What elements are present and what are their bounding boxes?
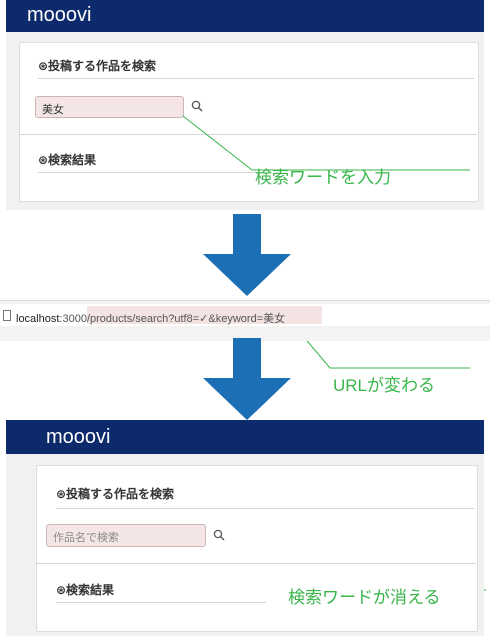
url-text[interactable]: localhost:3000/products/search?utf8=✓&ke… <box>16 310 285 326</box>
callout-keyword-cleared: 検索ワードが消える <box>288 588 441 607</box>
search-heading: ⊛投稿する作品を検索 <box>56 487 175 501</box>
down-arrow-icon <box>203 338 291 420</box>
divider <box>36 563 476 564</box>
search-input[interactable]: 作品名で検索 <box>46 524 206 547</box>
down-arrow-icon <box>203 214 291 296</box>
search-input-placeholder: 作品名で検索 <box>53 532 119 544</box>
results-heading: ⊛検索結果 <box>56 583 115 597</box>
navbar: mooovi <box>6 420 484 454</box>
callout-line-1 <box>182 115 253 171</box>
divider <box>56 602 266 603</box>
url-host: localhost <box>16 313 60 325</box>
callout-enter-keyword: 検索ワードを入力 <box>255 168 391 187</box>
callout-url-changes: URLが変わる <box>333 376 436 395</box>
url-path: :3000/products/search?utf8=✓&keyword=美女 <box>59 313 286 325</box>
brand-logo[interactable]: mooovi <box>46 426 110 449</box>
search-icon[interactable] <box>213 529 225 541</box>
page-icon <box>3 310 11 321</box>
divider <box>56 508 474 509</box>
